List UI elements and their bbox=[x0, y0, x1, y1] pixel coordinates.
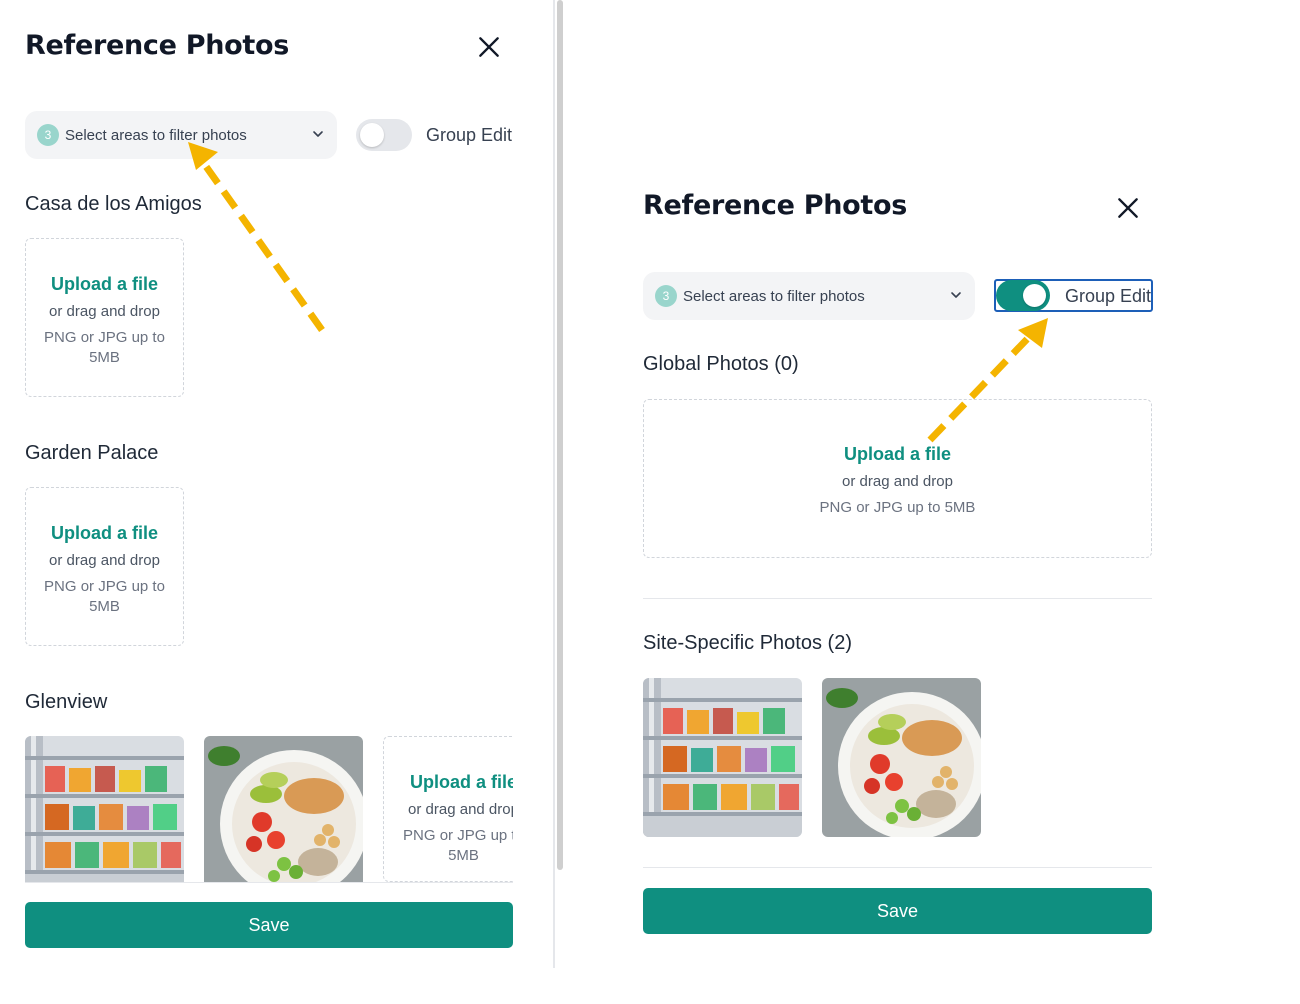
site-heading-garden-palace: Garden Palace bbox=[25, 442, 159, 464]
drag-drop-text: or drag and drop bbox=[49, 552, 160, 569]
filter-placeholder: Select areas to filter photos bbox=[683, 287, 865, 305]
annotation-arrow bbox=[188, 142, 325, 333]
left-panel: Reference Photos 3 Select areas to filte… bbox=[0, 0, 553, 1004]
global-upload-dropzone[interactable]: Upload a file or drag and drop PNG or JP… bbox=[643, 399, 1152, 558]
footer-divider bbox=[643, 867, 1152, 868]
footer-divider bbox=[25, 882, 513, 883]
global-photos-heading: Global Photos (0) bbox=[643, 353, 799, 375]
panel-title: Reference Photos bbox=[643, 190, 908, 221]
drag-drop-text: or drag and drop bbox=[49, 303, 160, 320]
group-edit-toggle[interactable] bbox=[356, 119, 412, 151]
upload-file-link[interactable]: Upload a file bbox=[26, 523, 183, 544]
save-button[interactable]: Save bbox=[643, 888, 1152, 934]
close-button[interactable] bbox=[1115, 195, 1141, 221]
drag-drop-text: or drag and drop bbox=[842, 473, 953, 490]
file-type-hint: PNG or JPG up to 5MB bbox=[819, 499, 976, 516]
group-edit-label: Group Edit bbox=[426, 125, 513, 145]
site-specific-heading: Site-Specific Photos (2) bbox=[643, 632, 852, 654]
fridge-shelves-photo[interactable] bbox=[25, 736, 184, 882]
toggle-knob bbox=[360, 123, 384, 147]
upload-dropzone[interactable]: Upload a file or drag and drop PNG or JP… bbox=[25, 487, 184, 646]
upload-file-link[interactable]: Upload a file bbox=[644, 444, 1151, 465]
area-filter-select[interactable]: 3 Select areas to filter photos bbox=[25, 111, 337, 159]
close-icon bbox=[479, 37, 499, 57]
panel-title: Reference Photos bbox=[25, 30, 290, 61]
clip-mask bbox=[513, 730, 553, 890]
panel-divider bbox=[553, 0, 555, 968]
filter-count-badge: 3 bbox=[655, 285, 677, 307]
save-button[interactable]: Save bbox=[25, 902, 513, 948]
file-type-hint: PNG or JPG up to 5MB bbox=[44, 329, 165, 366]
filter-count-badge: 3 bbox=[37, 124, 59, 146]
upload-file-link[interactable]: Upload a file bbox=[26, 274, 183, 295]
section-divider bbox=[643, 598, 1152, 599]
group-edit-toggle[interactable] bbox=[996, 280, 1050, 311]
file-type-hint: PNG or JPG up to 5MB bbox=[44, 578, 165, 615]
filter-placeholder: Select areas to filter photos bbox=[65, 126, 247, 144]
chevron-down-icon bbox=[311, 127, 325, 141]
fridge-shelves-photo[interactable] bbox=[643, 678, 802, 837]
scrollbar[interactable] bbox=[557, 0, 563, 870]
salad-bowl-photo[interactable] bbox=[822, 678, 981, 837]
area-filter-select[interactable]: 3 Select areas to filter photos bbox=[643, 272, 975, 320]
close-icon bbox=[1118, 198, 1138, 218]
site-heading-casa-de-los-amigos: Casa de los Amigos bbox=[25, 193, 202, 215]
toggle-knob bbox=[1023, 284, 1046, 307]
salad-bowl-photo[interactable] bbox=[204, 736, 363, 882]
close-button[interactable] bbox=[476, 34, 502, 60]
chevron-down-icon bbox=[949, 288, 963, 302]
upload-dropzone[interactable]: Upload a file or drag and drop PNG or JP… bbox=[25, 238, 184, 397]
group-edit-label: Group Edit bbox=[1065, 286, 1152, 306]
site-heading-glenview: Glenview bbox=[25, 691, 108, 713]
